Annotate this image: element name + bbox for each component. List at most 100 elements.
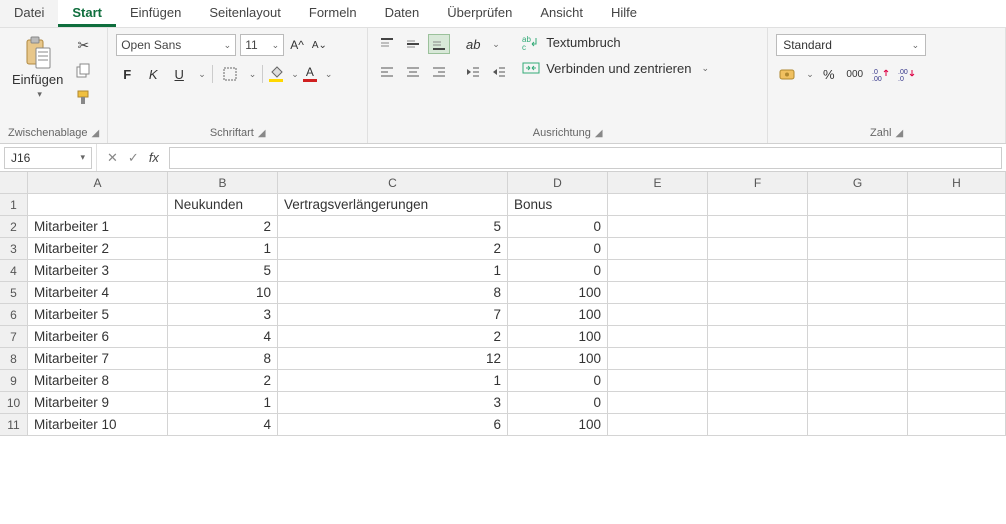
cell[interactable] xyxy=(808,194,908,216)
align-middle-button[interactable] xyxy=(402,34,424,54)
col-header[interactable]: E xyxy=(608,172,708,194)
cell[interactable] xyxy=(708,326,808,348)
cell[interactable] xyxy=(608,326,708,348)
cell[interactable] xyxy=(808,216,908,238)
tab-review[interactable]: Überprüfen xyxy=(433,0,526,27)
cell[interactable]: Mitarbeiter 1 xyxy=(28,216,168,238)
cell[interactable]: Mitarbeiter 9 xyxy=(28,392,168,414)
font-color-button[interactable]: A xyxy=(303,66,317,82)
cell[interactable]: 100 xyxy=(508,414,608,436)
cell[interactable]: 10 xyxy=(168,282,278,304)
cell[interactable] xyxy=(808,370,908,392)
row-header[interactable]: 4 xyxy=(0,260,28,282)
cell[interactable] xyxy=(908,282,1006,304)
orientation-button[interactable]: ab xyxy=(462,34,484,54)
cell[interactable] xyxy=(808,260,908,282)
cell[interactable]: Mitarbeiter 3 xyxy=(28,260,168,282)
cell[interactable]: Mitarbeiter 7 xyxy=(28,348,168,370)
row-header[interactable]: 7 xyxy=(0,326,28,348)
percent-button[interactable]: % xyxy=(818,64,840,84)
align-center-button[interactable] xyxy=(402,62,424,82)
cell[interactable] xyxy=(608,304,708,326)
cut-button[interactable]: ✂ xyxy=(73,36,93,54)
cell[interactable] xyxy=(908,348,1006,370)
cell[interactable]: 6 xyxy=(278,414,508,436)
cell[interactable]: 100 xyxy=(508,348,608,370)
cell[interactable] xyxy=(708,370,808,392)
row-header[interactable]: 9 xyxy=(0,370,28,392)
italic-button[interactable]: K xyxy=(142,64,164,84)
cell[interactable]: 7 xyxy=(278,304,508,326)
spreadsheet-grid[interactable]: A B C D E F G H 1 Neukunden Vertragsverl… xyxy=(0,172,1006,436)
formula-input[interactable] xyxy=(169,147,1002,169)
cell[interactable] xyxy=(608,282,708,304)
cell[interactable] xyxy=(708,392,808,414)
cell[interactable] xyxy=(708,194,808,216)
bold-button[interactable]: F xyxy=(116,64,138,84)
cell[interactable] xyxy=(808,326,908,348)
cell[interactable] xyxy=(808,238,908,260)
cell[interactable] xyxy=(808,348,908,370)
borders-button[interactable] xyxy=(219,64,241,84)
cell[interactable]: Mitarbeiter 2 xyxy=(28,238,168,260)
cell[interactable] xyxy=(708,260,808,282)
cell[interactable] xyxy=(608,414,708,436)
cell[interactable] xyxy=(608,348,708,370)
cell[interactable] xyxy=(608,392,708,414)
tab-view[interactable]: Ansicht xyxy=(526,0,597,27)
cell[interactable] xyxy=(708,282,808,304)
accounting-format-button[interactable] xyxy=(776,64,798,84)
cell[interactable] xyxy=(708,238,808,260)
cell[interactable] xyxy=(708,348,808,370)
col-header[interactable]: C xyxy=(278,172,508,194)
col-header[interactable]: G xyxy=(808,172,908,194)
cell[interactable]: Bonus xyxy=(508,194,608,216)
cell[interactable]: 0 xyxy=(508,370,608,392)
cell[interactable] xyxy=(908,260,1006,282)
cell[interactable] xyxy=(908,370,1006,392)
cell[interactable]: 0 xyxy=(508,392,608,414)
cell[interactable]: 1 xyxy=(168,238,278,260)
increase-indent-button[interactable] xyxy=(488,62,510,82)
cell[interactable]: 100 xyxy=(508,304,608,326)
cell[interactable]: Mitarbeiter 6 xyxy=(28,326,168,348)
name-box[interactable]: J16 ▾ xyxy=(4,147,92,169)
comma-style-button[interactable]: 000 xyxy=(844,64,866,84)
cell[interactable] xyxy=(708,216,808,238)
cell[interactable]: Vertragsverlängerungen xyxy=(278,194,508,216)
cell[interactable]: 4 xyxy=(168,326,278,348)
cell[interactable]: Neukunden xyxy=(168,194,278,216)
font-size-combo[interactable]: 11⌄ xyxy=(240,34,284,56)
cell[interactable]: 100 xyxy=(508,326,608,348)
cell[interactable] xyxy=(908,326,1006,348)
cell[interactable]: 4 xyxy=(168,414,278,436)
col-header[interactable]: A xyxy=(28,172,168,194)
fx-icon[interactable]: fx xyxy=(149,150,159,165)
dialog-launcher-icon[interactable]: ◢ xyxy=(258,128,266,139)
chevron-down-icon[interactable]: ⌄ xyxy=(245,69,257,80)
cell[interactable]: Mitarbeiter 5 xyxy=(28,304,168,326)
accept-formula-button[interactable]: ✓ xyxy=(128,150,139,166)
cell[interactable]: 2 xyxy=(168,370,278,392)
dialog-launcher-icon[interactable]: ◢ xyxy=(895,128,903,139)
increase-decimal-button[interactable]: .0.00 xyxy=(870,64,892,84)
cell[interactable] xyxy=(608,216,708,238)
chevron-down-icon[interactable]: ⌄ xyxy=(488,39,500,50)
wrap-text-button[interactable]: abc Textumbruch xyxy=(522,34,709,50)
dialog-launcher-icon[interactable]: ◢ xyxy=(595,128,603,139)
cell[interactable] xyxy=(608,370,708,392)
merge-center-button[interactable]: Verbinden und zentrieren ⌄ xyxy=(522,60,709,76)
row-header[interactable]: 10 xyxy=(0,392,28,414)
cell[interactable] xyxy=(808,392,908,414)
tab-formulas[interactable]: Formeln xyxy=(295,0,371,27)
number-format-combo[interactable]: Standard ⌄ xyxy=(776,34,926,56)
row-header[interactable]: 5 xyxy=(0,282,28,304)
cell[interactable] xyxy=(908,238,1006,260)
align-left-button[interactable] xyxy=(376,62,398,82)
row-header[interactable]: 8 xyxy=(0,348,28,370)
cell[interactable]: 5 xyxy=(168,260,278,282)
decrease-decimal-button[interactable]: .00.0 xyxy=(896,64,918,84)
cell[interactable]: 8 xyxy=(168,348,278,370)
cell[interactable]: 1 xyxy=(168,392,278,414)
cell[interactable] xyxy=(808,282,908,304)
